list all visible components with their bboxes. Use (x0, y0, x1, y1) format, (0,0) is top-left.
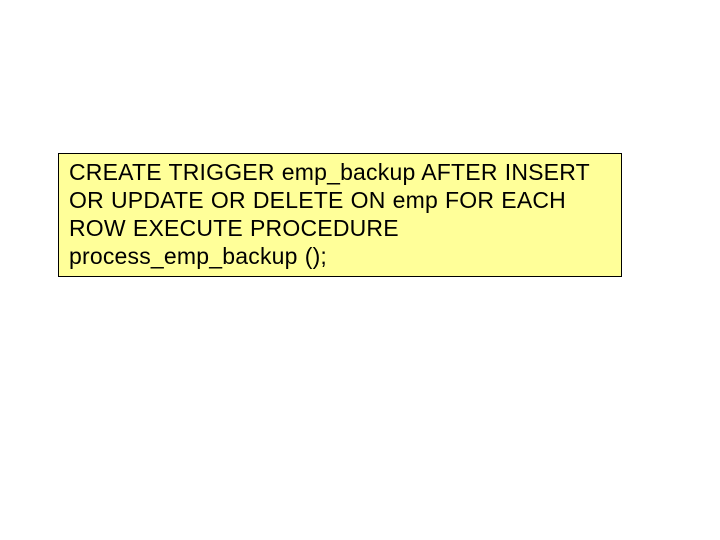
sql-code-box: CREATE TRIGGER emp_backup AFTER INSERT O… (58, 153, 622, 277)
code-line-1: CREATE TRIGGER emp_backup AFTER INSERT (69, 159, 590, 185)
code-line-2: OR UPDATE OR DELETE ON emp FOR EACH (69, 187, 566, 213)
sql-code-text: CREATE TRIGGER emp_backup AFTER INSERT O… (69, 158, 611, 270)
code-line-3: ROW EXECUTE PROCEDURE (69, 215, 399, 241)
slide: CREATE TRIGGER emp_backup AFTER INSERT O… (0, 0, 720, 540)
code-line-4: process_emp_backup (); (69, 243, 327, 269)
